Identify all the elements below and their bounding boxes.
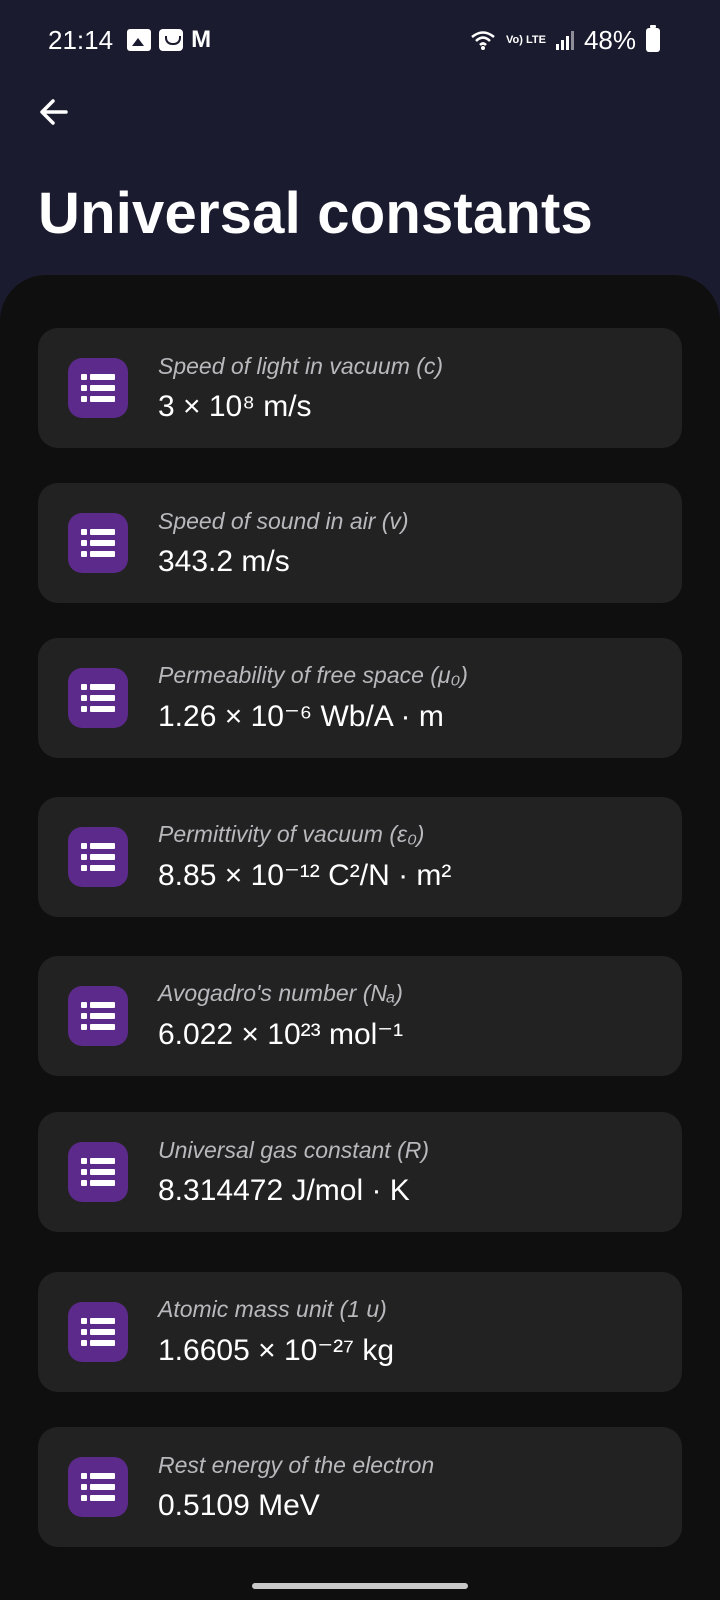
signal-icon: [555, 30, 574, 50]
constant-label: Universal gas constant (R): [158, 1136, 429, 1163]
constant-label: Atomic mass unit (1 u): [158, 1296, 387, 1322]
battery-icon: [646, 25, 660, 52]
list-icon: [68, 1302, 128, 1362]
constant-value: 8.85 × 10⁻¹² C²/N · m²: [158, 859, 452, 892]
constant-label: Avogadro's number (Nₐ): [158, 980, 403, 1006]
constant-value: 8.314472 J/mol · K: [158, 1173, 410, 1207]
card-text: Permeability of free space (μ₀) 1.26 × 1…: [158, 662, 468, 734]
screen: 21:14 M Vo) LTE 48% Universal constants …: [0, 0, 720, 1600]
constant-value: 0.5109 MeV: [158, 1488, 320, 1522]
constant-label: Rest energy of the electron: [158, 1451, 435, 1478]
card-text: Speed of sound in air (v) 343.2 m/s: [158, 508, 409, 579]
constant-card-gas-constant[interactable]: Universal gas constant (R) 8.314472 J/mo…: [38, 1112, 682, 1232]
constant-value: 343.2 m/s: [158, 544, 290, 578]
card-text: Avogadro's number (Nₐ) 6.022 × 10²³ mol⁻…: [158, 980, 403, 1052]
constant-card-permittivity[interactable]: Permittivity of vacuum (ε₀) 8.85 × 10⁻¹²…: [38, 797, 682, 917]
status-time: 21:14: [48, 24, 114, 55]
list-icon: [68, 668, 128, 728]
card-text: Universal gas constant (R) 8.314472 J/mo…: [158, 1137, 429, 1208]
home-indicator[interactable]: [252, 1583, 468, 1589]
constant-label: Speed of sound in air (v): [158, 507, 409, 534]
list-icon: [68, 986, 128, 1046]
back-button[interactable]: [30, 88, 78, 136]
list-icon: [68, 358, 128, 418]
constant-label: Speed of light in vacuum (c): [158, 352, 444, 379]
wifi-icon: [471, 31, 495, 50]
gallery-icon: [127, 29, 152, 51]
status-bar: 21:14 M Vo) LTE 48%: [0, 0, 720, 80]
content-sheet: [0, 275, 720, 1600]
constant-card-speed-of-light[interactable]: Speed of light in vacuum (c) 3 × 10⁸ m/s: [38, 328, 682, 448]
card-text: Permittivity of vacuum (ε₀) 8.85 × 10⁻¹²…: [158, 821, 451, 893]
constant-value: 3 × 10⁸ m/s: [158, 389, 312, 423]
constant-card-avogadro[interactable]: Avogadro's number (Nₐ) 6.022 × 10²³ mol⁻…: [38, 956, 682, 1076]
list-icon: [68, 513, 128, 573]
page-title: Universal constants: [38, 181, 593, 246]
card-text: Speed of light in vacuum (c) 3 × 10⁸ m/s: [158, 353, 443, 424]
constant-value: 1.6605 × 10⁻²⁷ kg: [158, 1334, 395, 1367]
constant-value: 1.26 × 10⁻⁶ Wb/A · m: [158, 700, 444, 733]
constant-card-speed-of-sound[interactable]: Speed of sound in air (v) 343.2 m/s: [38, 483, 682, 603]
list-icon: [68, 1142, 128, 1202]
status-left: 21:14 M: [48, 25, 211, 56]
constant-label: Permeability of free space (μ₀): [158, 662, 468, 688]
constant-value: 6.022 × 10²³ mol⁻¹: [158, 1018, 404, 1051]
arrow-left-icon: [40, 99, 68, 125]
constant-card-atomic-mass-unit[interactable]: Atomic mass unit (1 u) 1.6605 × 10⁻²⁷ kg: [38, 1272, 682, 1392]
list-icon: [68, 1457, 128, 1517]
volte-indicator: Vo) LTE: [506, 33, 546, 46]
battery-percentage: 48%: [583, 24, 636, 55]
status-right: Vo) LTE 48%: [470, 25, 660, 56]
card-text: Atomic mass unit (1 u) 1.6605 × 10⁻²⁷ kg: [158, 1296, 394, 1368]
card-text: Rest energy of the electron 0.5109 MeV: [158, 1452, 434, 1523]
constant-card-permeability[interactable]: Permeability of free space (μ₀) 1.26 × 1…: [38, 638, 682, 758]
gmail-icon: M: [191, 26, 212, 53]
list-icon: [68, 827, 128, 887]
constant-label: Permittivity of vacuum (ε₀): [158, 821, 425, 847]
constant-card-electron-rest-energy[interactable]: Rest energy of the electron 0.5109 MeV: [38, 1427, 682, 1547]
shopping-bag-icon: [159, 29, 184, 51]
